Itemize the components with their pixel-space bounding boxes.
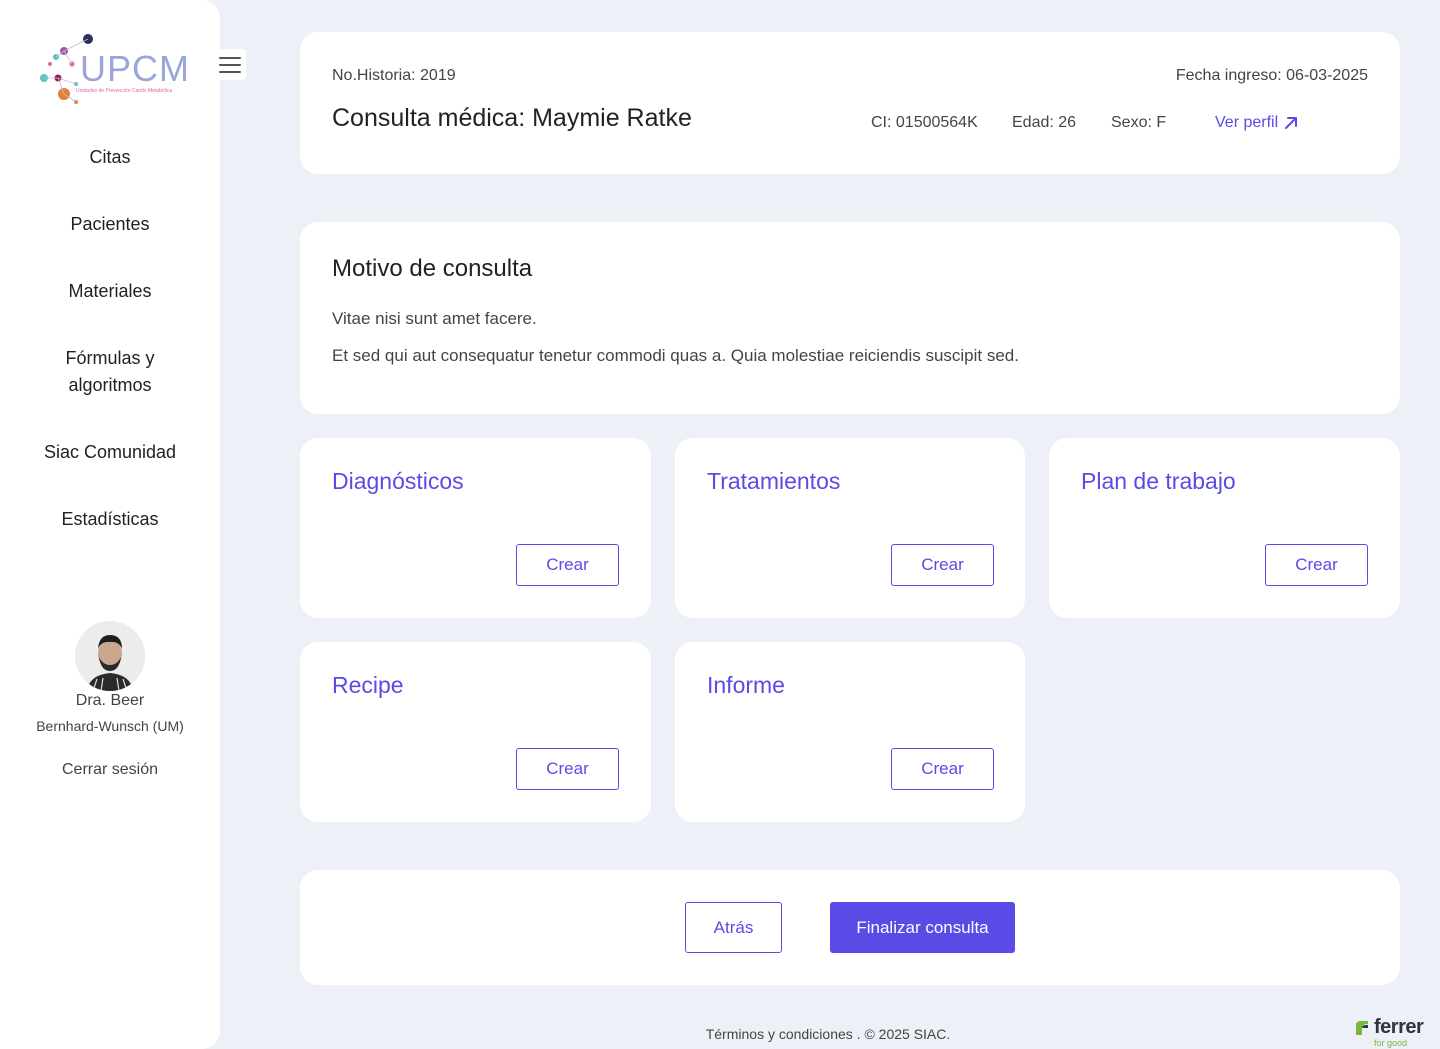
actions-card: Atrás Finalizar consulta (300, 870, 1400, 985)
motivo-card: Motivo de consulta Vitae nisi sunt amet … (300, 222, 1400, 414)
page-title: Consulta médica: Maymie Ratke (332, 104, 692, 132)
patient-sex: Sexo: F (1111, 114, 1167, 131)
crear-informe-button[interactable]: Crear (891, 748, 994, 790)
plan-trabajo-card: Plan de trabajo Crear (1049, 438, 1400, 618)
sidebar-item-pacientes[interactable]: Pacientes (0, 211, 220, 238)
doctor-name: Dra. Beer (75, 692, 145, 709)
ferrer-wordmark: ferrer (1374, 1016, 1424, 1038)
diagnosticos-card: Diagnósticos Crear (300, 438, 651, 618)
recipe-title: Recipe (332, 672, 404, 698)
terms-link[interactable]: Términos y condiciones (706, 1026, 853, 1042)
copyright-text: . © 2025 SIAC. (852, 1026, 951, 1042)
arrow-up-right-icon (1285, 117, 1298, 129)
crear-diagnostico-button[interactable]: Crear (516, 544, 619, 586)
logout-link[interactable]: Cerrar sesión (0, 761, 220, 779)
sidebar-item-materiales[interactable]: Materiales (0, 278, 220, 305)
sidebar-item-citas[interactable]: Citas (0, 144, 220, 171)
user-avatar-icon (75, 621, 145, 691)
plan-trabajo-title: Plan de trabajo (1081, 468, 1236, 494)
historia-number: No.Historia: 2019 (332, 67, 456, 84)
hamburger-menu-icon[interactable] (213, 49, 246, 80)
ferrer-tagline: for good (1374, 1038, 1408, 1048)
sidebar: UPCM Unidades de Prevención Cardio Metab… (0, 0, 220, 1049)
recipe-card: Recipe Crear (300, 642, 651, 822)
logo-subtitle: Unidades de Prevención Cardio Metabólica (76, 88, 173, 94)
logo-wordmark: UPCM (80, 48, 190, 89)
sidebar-item-formulas[interactable]: Fórmulas y algoritmos (0, 345, 220, 399)
crear-recipe-button[interactable]: Crear (516, 748, 619, 790)
upcm-logo[interactable]: UPCM Unidades de Prevención Cardio Metab… (36, 30, 189, 110)
doctor-role: Bernhard-Wunsch (UM) (36, 718, 184, 734)
patient-header-card: No.Historia: 2019 Fecha ingreso: 06-03-2… (300, 32, 1400, 174)
patient-age: Edad: 26 (1012, 114, 1077, 131)
sidebar-item-comunidad[interactable]: Siac Comunidad (0, 439, 220, 466)
avatar[interactable] (75, 621, 145, 691)
patient-ci: CI: 01500564K (871, 114, 978, 131)
ferrer-logo: ferrer for good (1352, 1016, 1432, 1048)
footer-copyright: Términos y condiciones . © 2025 SIAC. (0, 1026, 1440, 1042)
motivo-text: Et sed qui aut consequatur tenetur commo… (332, 346, 1019, 365)
motivo-text: Vitae nisi sunt amet facere. (332, 309, 537, 328)
crear-tratamiento-button[interactable]: Crear (891, 544, 994, 586)
informe-card: Informe Crear (675, 642, 1025, 822)
ferrer-leaf-icon (1356, 1021, 1368, 1035)
motivo-title: Motivo de consulta (332, 255, 533, 282)
diagnosticos-title: Diagnósticos (332, 468, 464, 494)
sidebar-item-estadisticas[interactable]: Estadísticas (0, 506, 220, 533)
tratamientos-title: Tratamientos (707, 468, 841, 494)
ver-perfil-label: Ver perfil (1215, 114, 1279, 131)
tratamientos-card: Tratamientos Crear (675, 438, 1025, 618)
informe-title: Informe (707, 672, 785, 698)
ver-perfil-link[interactable]: Ver perfil (1215, 114, 1298, 132)
fecha-ingreso: Fecha ingreso: 06-03-2025 (1175, 67, 1368, 84)
back-button[interactable]: Atrás (685, 902, 782, 953)
crear-plan-button[interactable]: Crear (1265, 544, 1368, 586)
finalizar-consulta-button[interactable]: Finalizar consulta (830, 902, 1015, 953)
